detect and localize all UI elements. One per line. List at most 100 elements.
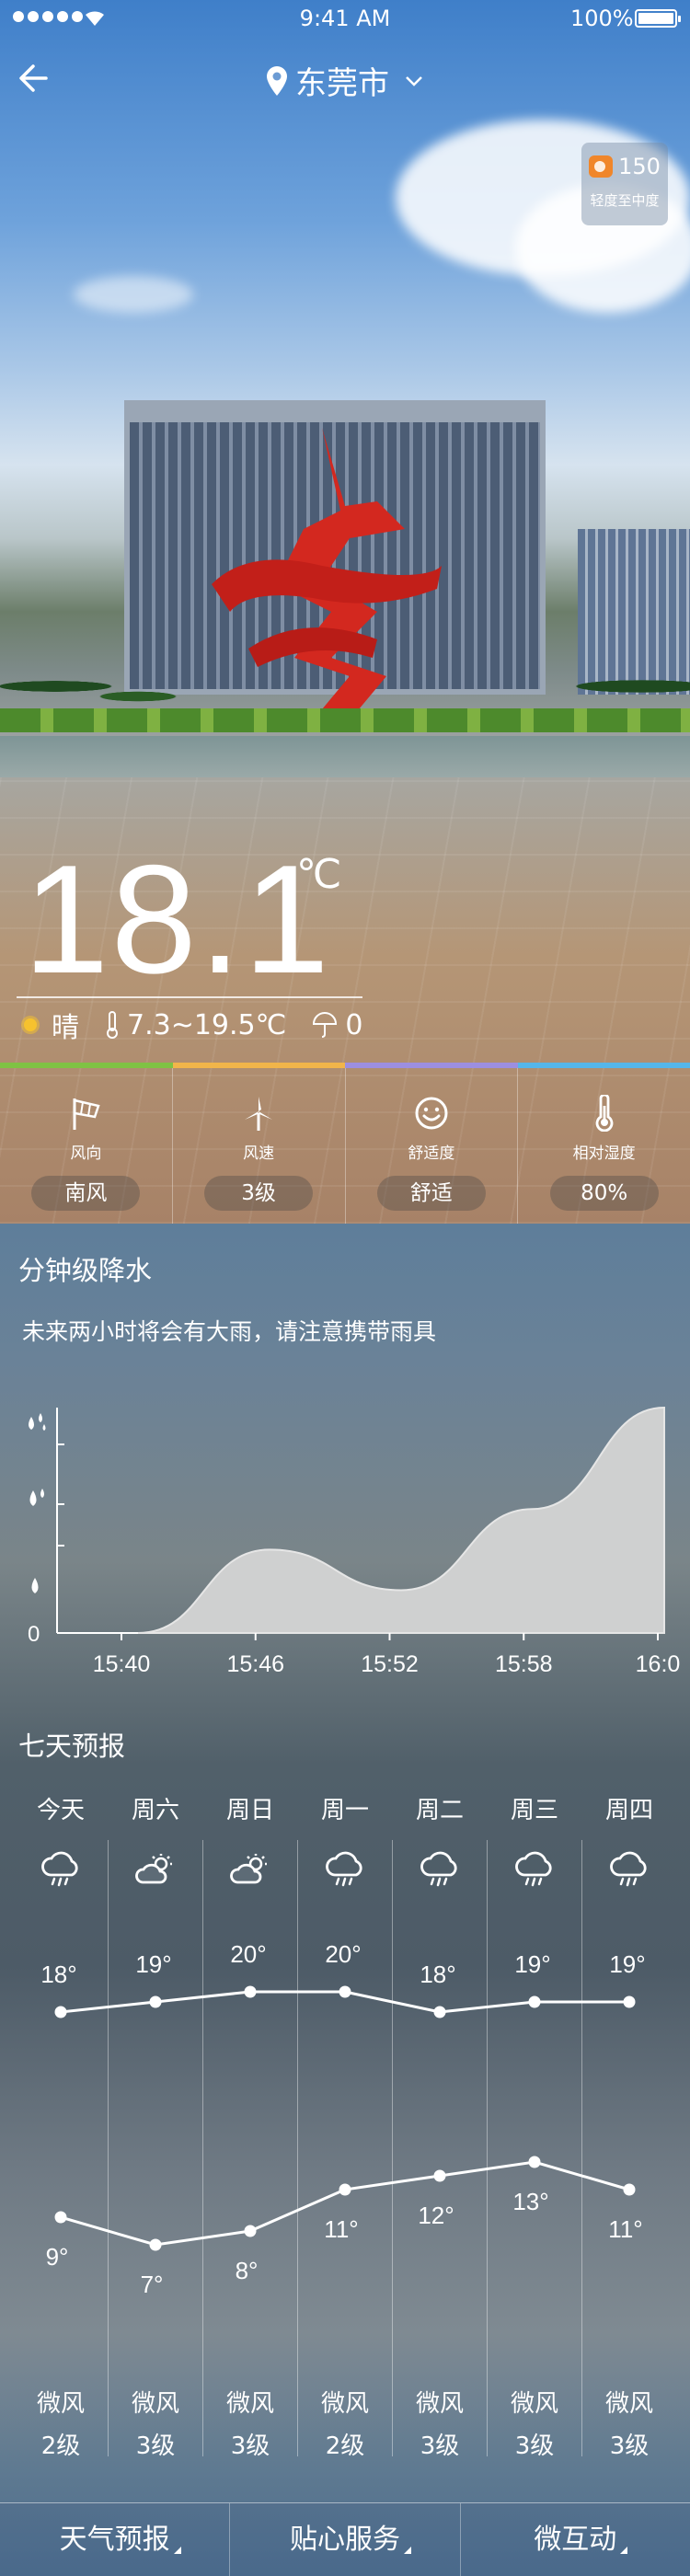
precip-note: 未来两小时将会有大雨，请注意携带雨具 [22,1318,437,1345]
aqi-level: 轻度至中度 [590,192,660,209]
wind-text: 微风 [36,2390,85,2418]
precip-chart[interactable]: 0 15:40 15:46 15:52 15:58 16:0 [0,1389,690,1693]
condition-text: 晴 [52,1012,79,1044]
day-column[interactable]: 周日微风 3级 [202,1780,298,2460]
metric-label: 相对湿度 [572,1144,636,1163]
wind-info: 微风 2级 [13,2383,109,2467]
wind-info: 微风 3级 [202,2383,298,2467]
temperature-unit: ℃ [296,851,342,898]
metric-wind-direction[interactable]: 风向 南风 [0,1068,173,1224]
city-selector[interactable]: 东莞市 [0,58,690,103]
x-tick-label: 16:0 [636,1651,681,1677]
thermometer-drop-icon [595,1095,613,1132]
day-column[interactable]: 周二微风 3级 [392,1780,488,2460]
wind-text: 微风 [510,2390,558,2418]
rain-icon [13,1851,109,1897]
metric-value: 3级 [204,1176,314,1211]
wind-level: 2级 [325,2432,365,2460]
status-bar: 9:41 AM 100% [0,0,690,37]
location-pin-icon [267,65,287,96]
day-name: 周二 [415,1797,464,1824]
day-name: 周六 [131,1797,179,1824]
battery-icon [635,9,681,28]
tab-bar: 天气预报 贴心服务 微互动 [0,2502,690,2576]
aqi-value: 150 [618,154,661,179]
metric-value: 南风 [31,1176,141,1211]
rain-icon [392,1851,488,1897]
wind-info: 微风 3级 [108,2383,203,2467]
wind-info: 微风 2级 [297,2383,393,2467]
x-tick-label: 15:40 [93,1651,151,1677]
wind-text: 微风 [604,2390,653,2418]
day-column[interactable]: 今天微风 2级 [13,1780,109,2460]
wind-level: 2级 [40,2432,81,2460]
hedge-image [0,708,690,732]
day-column[interactable]: 周四微风 3级 [581,1780,677,2460]
day-column[interactable]: 周三 微风 3级 [487,1780,582,2460]
rain-icon [581,1851,677,1897]
day-name: 周日 [225,1797,274,1824]
wind-text: 微风 [320,2390,369,2418]
metrics-row: 风向 南风 风速 3级 舒适度 舒适 相对湿度 80% [0,1068,690,1224]
metric-value: 80% [549,1176,659,1211]
metric-label: 风向 [70,1144,102,1163]
pool-image [0,736,690,777]
precipitation-value: 0 [345,1008,363,1041]
metric-wind-speed[interactable]: 风速 3级 [173,1068,346,1224]
battery-percent: 100% [570,6,634,31]
metric-humidity[interactable]: 相对湿度 80% [518,1068,690,1224]
metric-label: 舒适度 [408,1144,455,1163]
metric-label: 风速 [243,1144,275,1163]
aqi-icon [589,155,614,178]
wind-text: 微风 [415,2390,464,2418]
smile-icon [415,1097,448,1130]
metric-value: 舒适 [376,1176,486,1211]
day-name: 周三 [510,1797,558,1824]
wind-level: 3级 [609,2432,650,2460]
light-rain-drop-icon [31,1578,39,1593]
medium-rain-drops-icon [29,1489,44,1506]
wind-turbine-icon [245,1097,273,1131]
wind-level: 3级 [230,2432,270,2460]
wind-info: 微风 3级 [487,2383,582,2467]
partly-cloudy-icon [202,1851,298,1897]
temperature-range: 7.3~19.5℃ [127,1008,287,1041]
wind-level: 3级 [420,2432,460,2460]
wind-level: 3级 [135,2432,176,2460]
nav-bar: 东莞市 [0,51,690,106]
precip-section-title: 分钟级降水 [18,1255,153,1286]
partly-cloudy-icon [108,1851,203,1897]
wind-text: 微风 [225,2390,274,2418]
y-tick-label: 0 [28,1622,40,1647]
umbrella-icon [313,1012,338,1038]
rain-icon [487,1851,582,1897]
day-column[interactable]: 周一微风 2级 [297,1780,393,2460]
wind-info: 微风 3级 [581,2383,677,2467]
x-tick-label: 15:58 [495,1651,553,1677]
condition-row: 晴 7.3~19.5℃ 0 [17,1005,383,1045]
aqi-badge[interactable]: 150 轻度至中度 [581,143,668,225]
tab-interaction[interactable]: 微互动 [461,2503,690,2576]
day-name: 今天 [36,1797,85,1824]
day-name: 周一 [320,1797,369,1824]
chevron-down-icon [406,75,422,86]
day-name: 周四 [604,1797,653,1824]
precip-area [137,1406,665,1634]
city-name: 东莞市 [295,65,389,102]
wind-info: 微风 3级 [392,2383,488,2467]
tab-services[interactable]: 贴心服务 [230,2503,461,2576]
thermometer-icon [107,1011,118,1039]
current-temperature: 18.1 [23,833,331,1006]
week-section-title: 七天预报 [18,1731,126,1762]
x-tick-label: 15:52 [361,1651,419,1677]
day-column[interactable]: 周六微风 3级 [108,1780,203,2460]
week-forecast: 18° 9° 19° 7° 20° 8° 20° 11° 18° 12° 19° 13° 19° 11° … [0,1780,690,2470]
wind-text: 微风 [131,2390,179,2418]
cloud [74,276,193,313]
sun-icon [17,1011,44,1039]
heavy-rain-drops-icon [29,1413,46,1431]
metric-comfort[interactable]: 舒适度 舒适 [346,1068,519,1224]
tab-weather-forecast[interactable]: 天气预报 [0,2503,231,2576]
divider [17,996,362,998]
x-tick-label: 15:46 [226,1651,284,1677]
